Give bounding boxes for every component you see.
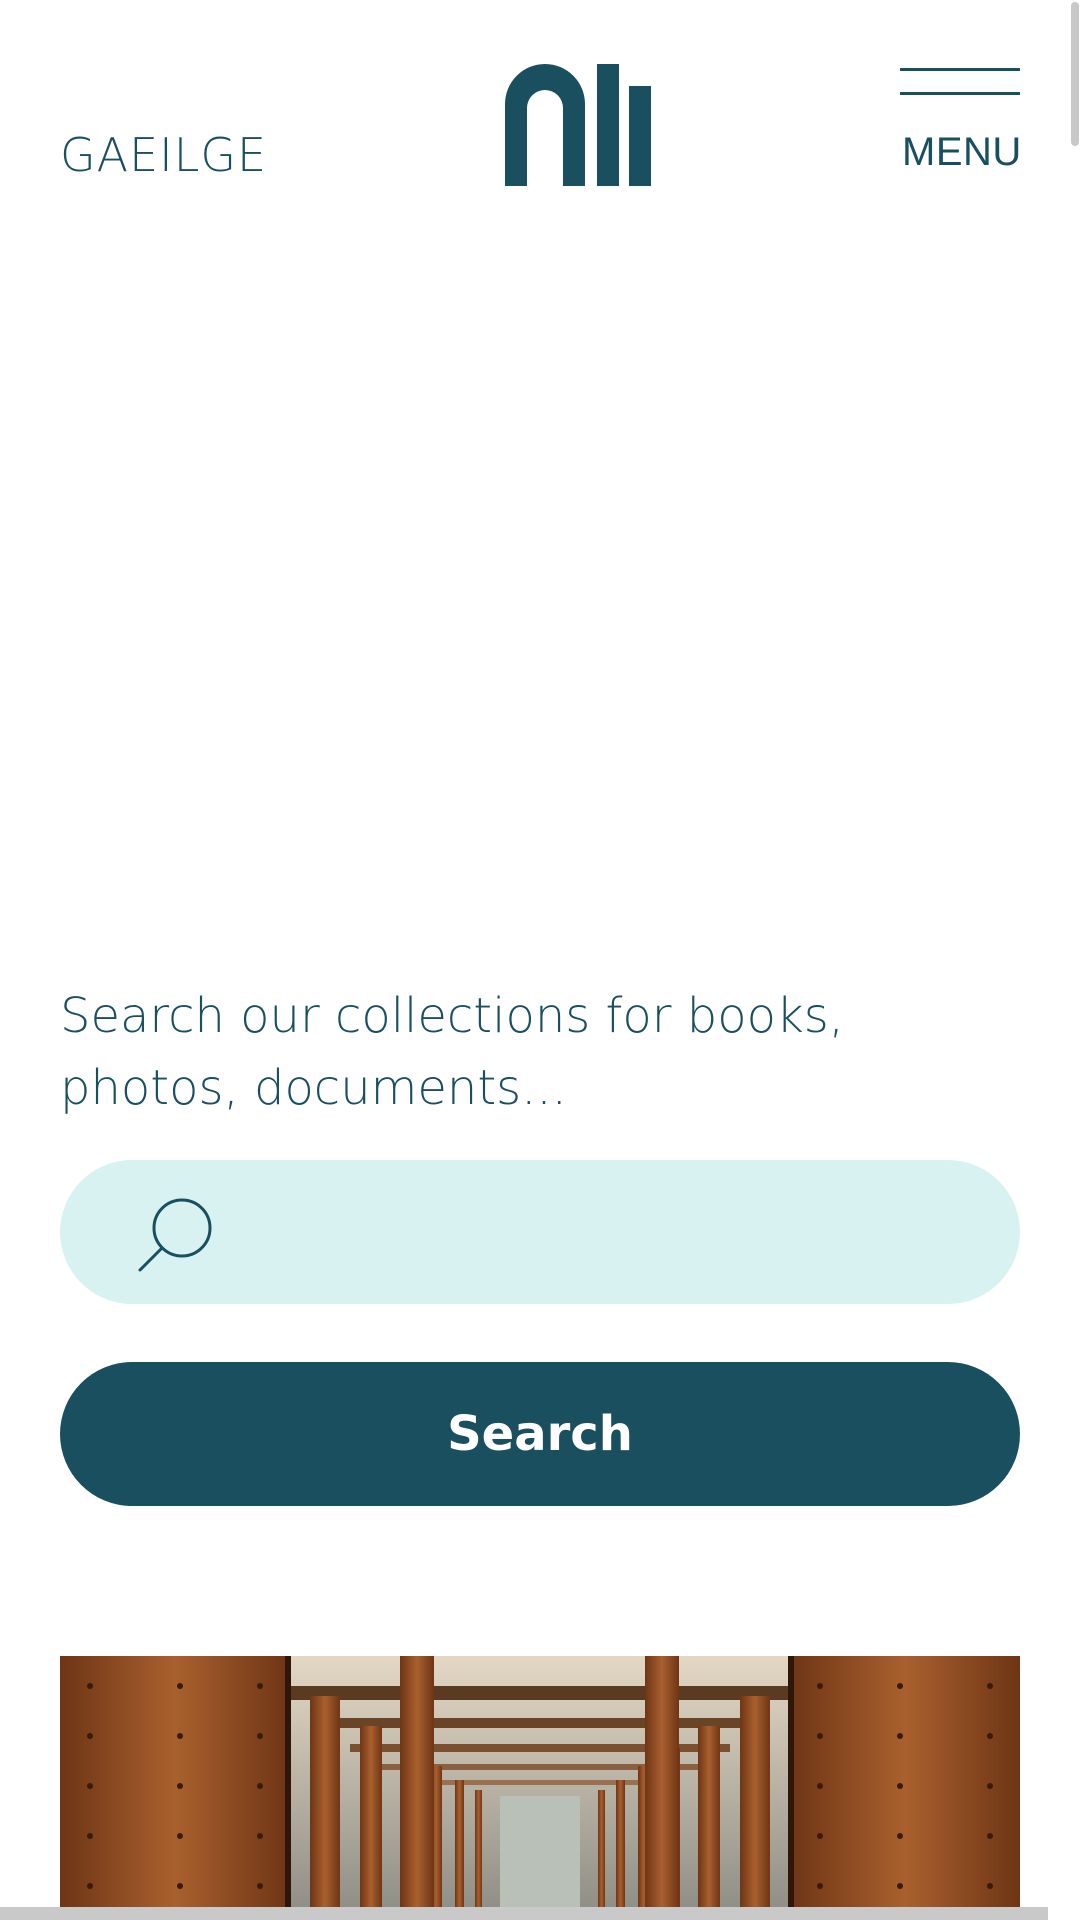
menu-button[interactable]: MENU (900, 66, 1022, 176)
search-input[interactable] (250, 1160, 974, 1306)
nli-logo[interactable] (505, 64, 651, 186)
search-icon (138, 1198, 212, 1272)
scrollbar-thumb[interactable] (1071, 2, 1079, 146)
collection-search: Search our collections for books, photos… (60, 980, 1020, 1506)
hamburger-line-icon (900, 68, 1020, 71)
hamburger-line-icon (900, 92, 1020, 95)
menu-label: MENU (902, 130, 1022, 174)
page-scrollbar[interactable] (1070, 0, 1080, 1920)
search-field[interactable] (60, 1160, 1020, 1306)
horizontal-scrollbar[interactable] (0, 1907, 1048, 1920)
site-header: GAEILGE MENU (0, 0, 1080, 220)
search-prompt: Search our collections for books, photos… (60, 988, 845, 1116)
search-button[interactable]: Search (60, 1362, 1020, 1506)
language-toggle-link[interactable]: GAEILGE (60, 132, 267, 178)
library-stacks-photo (60, 1656, 1020, 1920)
